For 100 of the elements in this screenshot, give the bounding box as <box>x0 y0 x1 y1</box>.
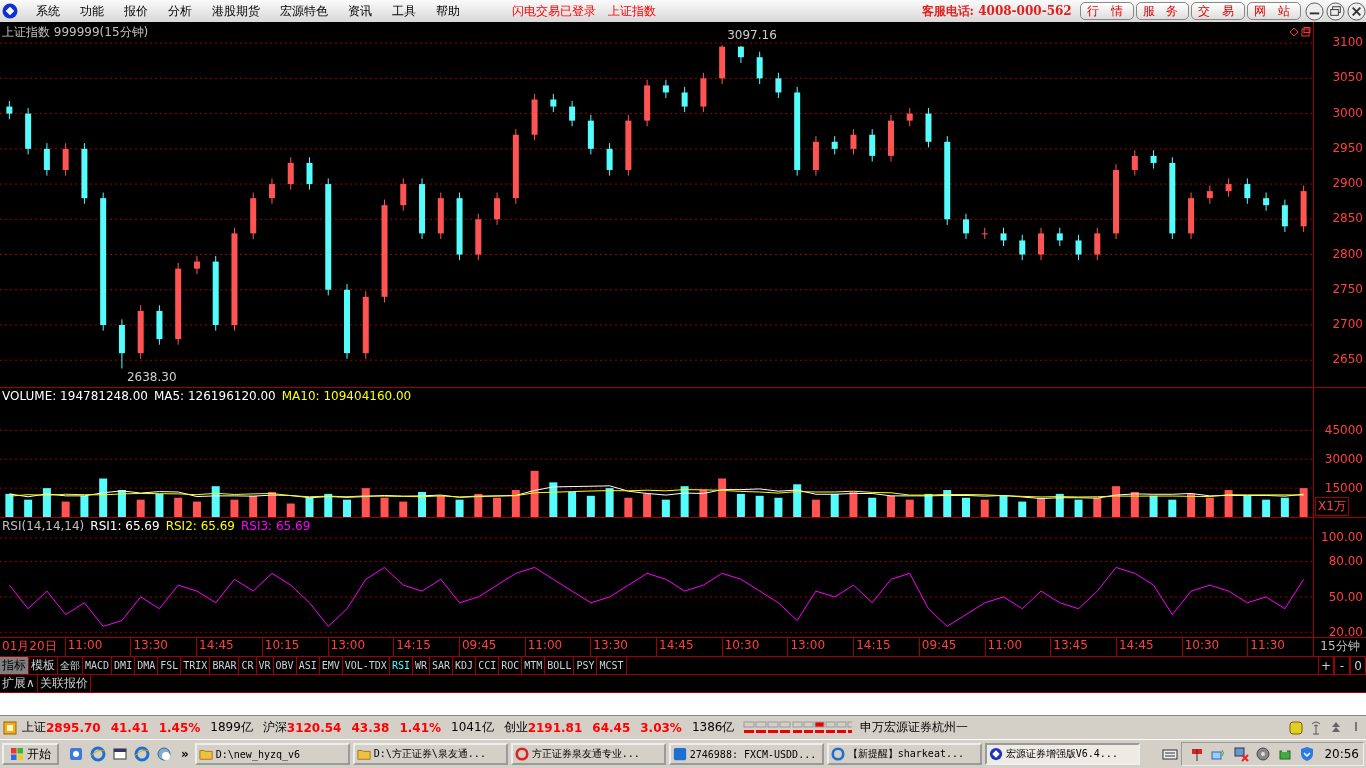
speaker-icon[interactable] <box>1255 746 1272 762</box>
network-error-icon[interactable] <box>1233 746 1250 762</box>
nav-button[interactable]: 网 站 <box>1247 2 1301 20</box>
taskbar-button[interactable]: 宏源证券增强版V6.4... <box>984 743 1140 765</box>
browser-icon[interactable] <box>134 746 150 762</box>
indicator-tab[interactable]: CR <box>239 657 257 674</box>
restore-icon[interactable] <box>1326 1 1345 21</box>
menu-item[interactable]: 报价 <box>114 2 158 20</box>
volume-bar <box>1074 499 1083 517</box>
volume-bar <box>80 495 89 517</box>
app-icon[interactable] <box>68 746 84 762</box>
minimize-icon[interactable] <box>1305 1 1324 21</box>
candlestick <box>1094 227 1101 261</box>
up-arrows-icon[interactable] <box>1329 720 1343 735</box>
indicator-tab[interactable]: KDJ <box>453 657 477 674</box>
keyboard-icon[interactable] <box>1162 746 1179 762</box>
antenna-icon[interactable] <box>1309 720 1323 735</box>
volume-bar <box>268 491 276 517</box>
volume-bar <box>962 497 970 517</box>
menu-item[interactable]: 帮助 <box>426 2 470 20</box>
indicator-tab[interactable]: FSL <box>158 657 182 674</box>
taskbar-button[interactable]: D:\方正证券\泉友通... <box>352 743 508 765</box>
volume-bar <box>286 503 295 517</box>
menu-item[interactable]: 分析 <box>158 2 202 20</box>
indicator-tab[interactable]: PSY <box>574 657 598 674</box>
indicator-tab[interactable]: MCST <box>597 657 627 674</box>
indicator-tab[interactable]: CCI <box>476 657 500 674</box>
menu-item[interactable]: 系统 <box>26 2 70 20</box>
zoom-button[interactable]: - <box>1334 657 1350 674</box>
indicator-tab[interactable]: DMI <box>112 657 136 674</box>
candlestick <box>362 290 369 360</box>
close-icon[interactable] <box>1347 1 1366 21</box>
browser-icon <box>830 747 845 761</box>
volume-bar <box>755 495 764 517</box>
candlestick <box>25 107 32 155</box>
volume-bar <box>230 499 239 517</box>
menu-item[interactable]: 工具 <box>382 2 426 20</box>
panel-tab[interactable]: 指标 <box>0 657 29 674</box>
indicator-tab[interactable]: BRAR <box>210 657 240 674</box>
indicator-tab[interactable]: SAR <box>430 657 454 674</box>
indicator-tab[interactable]: ROC <box>499 657 523 674</box>
more-button[interactable]: » <box>181 747 189 761</box>
candlestick <box>287 156 294 191</box>
axis-label: 3050 <box>1332 70 1363 85</box>
axis-label: 2950 <box>1332 140 1363 155</box>
globe-icon[interactable] <box>156 746 172 762</box>
volume-bar <box>549 482 558 517</box>
volume-bar <box>1224 490 1233 517</box>
candlestick <box>1150 149 1157 170</box>
indicator-tab[interactable]: 全部 <box>58 657 83 674</box>
index-change: 64.45 <box>592 720 631 735</box>
indicator-tab[interactable]: EMV <box>319 657 343 674</box>
volume-bar <box>1243 495 1252 517</box>
candlestick <box>1263 192 1270 212</box>
nav-button[interactable]: 行 情 <box>1079 2 1134 20</box>
extra-tab[interactable]: 扩展∧ <box>0 675 38 692</box>
extra-tab[interactable]: 关联报价 <box>37 675 91 692</box>
menu-item[interactable]: 港股期货 <box>202 2 270 20</box>
volume-bar <box>511 490 520 517</box>
indicator-tab[interactable]: BOLL <box>545 657 575 674</box>
axis-label: 30000 <box>1324 451 1363 466</box>
indicator-tab[interactable]: TRIX <box>181 657 211 674</box>
app-logo-icon[interactable] <box>2 3 18 19</box>
candlestick <box>662 79 669 99</box>
volume-bar <box>830 493 839 517</box>
nav-button[interactable]: 交 易 <box>1191 2 1246 20</box>
indicator-tab[interactable]: MTM <box>522 657 546 674</box>
shield-icon[interactable] <box>1299 746 1316 762</box>
menu-item[interactable]: 功能 <box>70 2 114 20</box>
menu-item[interactable]: 宏源特色 <box>270 2 338 20</box>
indicator-tab[interactable]: DMA <box>135 657 159 674</box>
taskbar-button[interactable]: 【新提醒】sharkeat... <box>826 743 982 765</box>
start-button[interactable]: 开始 <box>2 743 59 765</box>
taskbar-button[interactable]: 方正证券泉友通专业... <box>510 743 666 765</box>
zoom-button[interactable]: 0 <box>1350 657 1366 674</box>
window-icon[interactable] <box>1301 27 1311 37</box>
candlestick <box>456 192 463 261</box>
indicator-tab[interactable]: MACD <box>83 657 113 674</box>
volume-bar <box>643 493 652 517</box>
panel-tab[interactable]: 模板 <box>29 657 58 674</box>
indicator-tab[interactable]: OBV <box>273 657 297 674</box>
candlestick <box>869 128 876 162</box>
nav-button[interactable]: 服 务 <box>1135 2 1190 20</box>
diamond-icon[interactable] <box>1289 27 1299 37</box>
browser-icon[interactable] <box>90 746 106 762</box>
indicator-tab[interactable]: ASI <box>296 657 320 674</box>
device-icon[interactable] <box>1277 746 1294 762</box>
badge-icon[interactable] <box>1289 720 1303 735</box>
indicator-tab[interactable]: VOL-TDX <box>342 657 390 674</box>
volume-bar <box>943 490 952 517</box>
taskbar-button[interactable]: 2746988: FXCM-USDD... <box>668 743 824 765</box>
indicator-tab[interactable]: RSI <box>389 657 413 674</box>
window-icon[interactable] <box>112 746 128 762</box>
menu-item[interactable]: 资讯 <box>338 2 382 20</box>
legend-text: RSI2: 65.69 <box>165 519 235 533</box>
price-annotation: 2638.30 <box>126 370 177 385</box>
taskbar-button[interactable]: D:\new_hyzq_v6 <box>194 743 350 765</box>
square-icon[interactable] <box>3 720 17 735</box>
volume-bar <box>61 501 70 517</box>
zoom-button[interactable]: + <box>1318 657 1334 674</box>
